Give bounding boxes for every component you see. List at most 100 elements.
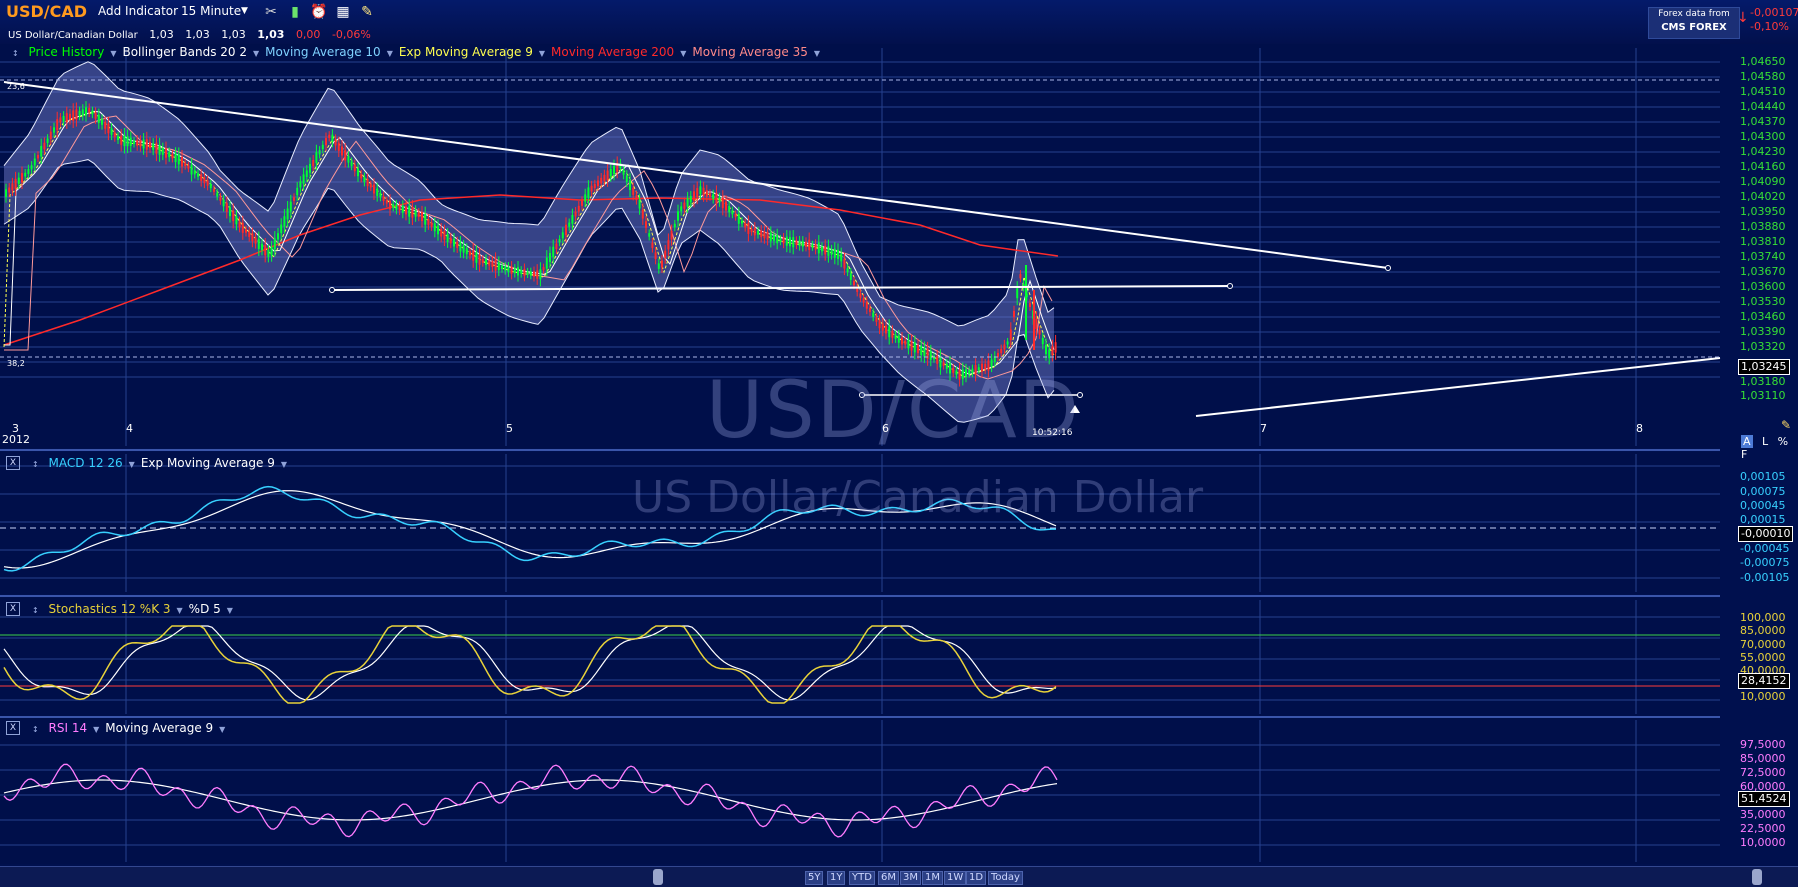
period-button[interactable]: 6M <box>878 871 899 885</box>
legend-chevron-down-icon[interactable]: ▼ <box>110 49 116 58</box>
legend-chevron-down-icon[interactable]: ▼ <box>814 49 820 58</box>
price-legend-item[interactable]: Exp Moving Average 9 <box>399 45 533 59</box>
candle-body <box>853 280 855 286</box>
candle-body <box>597 180 599 187</box>
period-button[interactable]: Today <box>988 871 1023 885</box>
macd-legend-item[interactable]: Exp Moving Average 9 <box>141 456 275 470</box>
candle-body <box>837 249 839 259</box>
candle-body <box>792 237 795 248</box>
candle-body <box>21 173 23 183</box>
legend-chevron-down-icon[interactable]: ▼ <box>219 725 225 734</box>
candle-body <box>277 233 279 240</box>
legend-chevron-down-icon[interactable]: ▼ <box>281 460 287 469</box>
candle-body <box>395 204 398 210</box>
candle-body <box>542 267 545 271</box>
trend-line-handle <box>1385 265 1391 271</box>
close-stoch-icon[interactable]: X <box>6 602 20 616</box>
scroll-handle-left[interactable] <box>653 869 663 885</box>
period-button[interactable]: 5Y <box>805 871 824 885</box>
candle-body <box>78 111 81 116</box>
pane-sort-icon[interactable]: ↕ <box>12 49 19 58</box>
percent-scale-toggle[interactable]: % <box>1778 435 1788 448</box>
y-tick-label: 1,03110 <box>1740 389 1786 402</box>
candle-body <box>888 326 891 338</box>
legend-chevron-down-icon[interactable]: ▼ <box>539 49 545 58</box>
auto-scale-toggle[interactable]: A <box>1741 435 1753 448</box>
candle-body <box>177 154 180 165</box>
candle-body <box>513 268 516 274</box>
close-rsi-icon[interactable]: X <box>6 721 20 735</box>
candle-body <box>296 187 299 196</box>
candle-body <box>369 184 372 188</box>
candle-body <box>289 201 292 212</box>
macd-legend-item[interactable]: MACD 12 26 <box>49 456 123 470</box>
candle-body <box>488 260 491 266</box>
candle-body <box>936 355 939 364</box>
candle-body <box>734 214 737 218</box>
period-button[interactable]: YTD <box>849 871 875 885</box>
pane-sort-icon[interactable]: ↕ <box>32 725 39 734</box>
timeline-scrollbar[interactable]: 5Y 1Y YTD 6M 3M 1M 1W 1D Today <box>0 866 1798 887</box>
candle-body <box>408 206 411 217</box>
period-button[interactable]: 1W <box>944 871 967 885</box>
candle-body <box>705 190 708 197</box>
legend-chevron-down-icon[interactable]: ▼ <box>129 460 135 469</box>
x-tick-label: 5 <box>506 422 513 435</box>
pane-sort-icon[interactable]: ↕ <box>32 460 39 469</box>
candle-body <box>574 211 577 217</box>
candle-body <box>494 259 497 271</box>
candle-body <box>801 240 804 247</box>
candle-body <box>702 187 705 196</box>
close-macd-icon[interactable]: X <box>6 456 20 470</box>
period-button[interactable]: 3M <box>900 871 921 885</box>
candle-body <box>561 232 564 239</box>
rsi-legend-item[interactable]: Moving Average 9 <box>105 721 213 735</box>
trend-line-handle <box>1227 283 1233 289</box>
candle-body <box>72 110 75 121</box>
y-tick-label: 0,00015 <box>1740 513 1786 526</box>
symbol-watermark: USD/CAD <box>706 366 1081 456</box>
stoch-legend-item[interactable]: %D 5 <box>189 602 221 616</box>
candle-body <box>270 247 273 256</box>
draw-tool-icon[interactable]: ✎ <box>1781 418 1791 432</box>
period-button[interactable]: 1Y <box>827 871 846 885</box>
candle-body <box>81 109 84 116</box>
candle-body <box>1016 288 1019 299</box>
candle-body <box>667 240 670 250</box>
stoch-d-line <box>3 625 1057 701</box>
legend-chevron-down-icon[interactable]: ▼ <box>177 606 183 615</box>
candle-body <box>872 312 875 318</box>
price-legend-item[interactable]: Price History <box>29 45 105 59</box>
scroll-handle-right[interactable] <box>1752 869 1762 885</box>
candle-body <box>136 139 139 146</box>
candle-body <box>232 210 235 222</box>
period-button[interactable]: 1D <box>966 871 987 885</box>
log-scale-toggle[interactable]: L <box>1762 435 1768 448</box>
candle-body <box>869 308 871 312</box>
y-tick-label: 1,04160 <box>1740 160 1786 173</box>
current-price-box: 1,03245 <box>1738 359 1790 375</box>
y-tick-label: 97,5000 <box>1740 738 1786 751</box>
price-legend-item[interactable]: Moving Average 35 <box>692 45 808 59</box>
candle-body <box>590 185 593 192</box>
legend-chevron-down-icon[interactable]: ▼ <box>253 49 259 58</box>
price-legend-item[interactable]: Bollinger Bands 20 2 <box>122 45 247 59</box>
stoch-legend-item[interactable]: Stochastics 12 %K 3 <box>49 602 171 616</box>
legend-chevron-down-icon[interactable]: ▼ <box>680 49 686 58</box>
legend-chevron-down-icon[interactable]: ▼ <box>227 606 233 615</box>
candle-body <box>1051 346 1054 356</box>
candle-body <box>766 232 769 240</box>
legend-chevron-down-icon[interactable]: ▼ <box>93 725 99 734</box>
price-legend-item[interactable]: Moving Average 10 <box>265 45 381 59</box>
legend-chevron-down-icon[interactable]: ▼ <box>387 49 393 58</box>
fixed-scale-toggle[interactable]: F <box>1741 448 1747 461</box>
period-button[interactable]: 1M <box>922 871 943 885</box>
candle-body <box>302 174 305 184</box>
candle-body <box>225 202 228 212</box>
candle-body <box>763 231 766 239</box>
candle-body <box>862 298 865 303</box>
candle-body <box>65 113 68 123</box>
price-legend-item[interactable]: Moving Average 200 <box>551 45 674 59</box>
pane-sort-icon[interactable]: ↕ <box>32 606 39 615</box>
rsi-legend-item[interactable]: RSI 14 <box>49 721 88 735</box>
